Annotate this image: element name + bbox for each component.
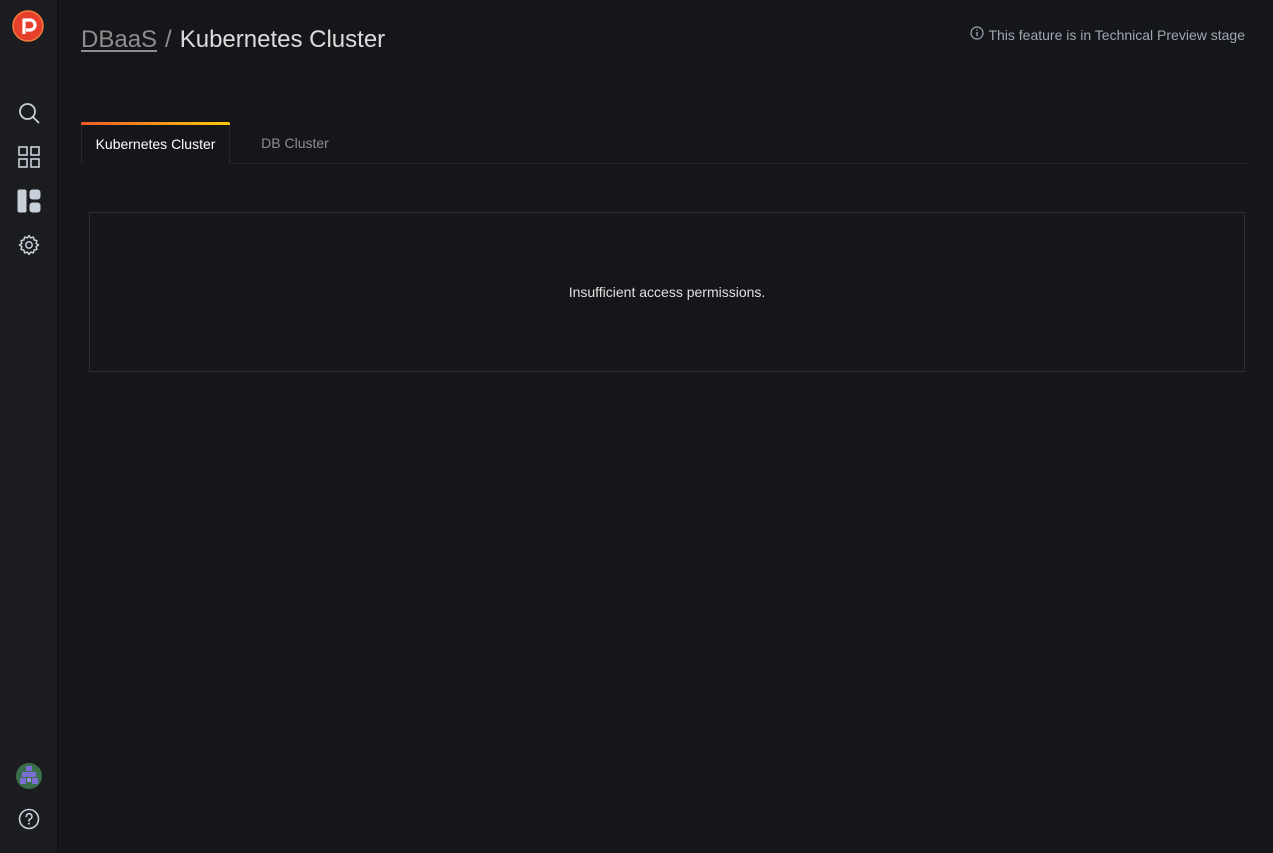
help-icon: [18, 808, 40, 835]
tab-kubernetes-cluster[interactable]: Kubernetes Cluster: [81, 122, 230, 164]
main-content: DBaaS / Kubernetes Cluster This feature …: [57, 0, 1273, 853]
search-icon: [18, 102, 40, 129]
breadcrumb-dbaas-link[interactable]: DBaaS: [81, 26, 157, 54]
sidebar: [0, 0, 57, 853]
percona-logo-icon[interactable]: [12, 10, 44, 42]
tab-bar: Kubernetes Cluster DB Cluster: [81, 122, 1251, 164]
gear-icon: [18, 234, 40, 261]
avatar-icon: [15, 762, 43, 795]
info-icon: [970, 26, 985, 43]
sidebar-item-configuration[interactable]: [0, 227, 57, 267]
sidebar-item-dbaas[interactable]: [0, 183, 57, 223]
sidebar-item-dashboards[interactable]: [0, 139, 57, 179]
dbaas-icon: [17, 189, 41, 218]
content-panel: Insufficient access permissions.: [89, 212, 1245, 372]
breadcrumb: DBaaS / Kubernetes Cluster: [81, 24, 385, 56]
sidebar-item-user[interactable]: [0, 758, 57, 798]
app-root: DBaaS / Kubernetes Cluster This feature …: [0, 0, 1273, 853]
technical-preview-text: This feature is in Technical Preview sta…: [988, 26, 1245, 43]
sidebar-item-search[interactable]: [0, 95, 57, 135]
access-denied-message: Insufficient access permissions.: [568, 284, 766, 300]
breadcrumb-separator: /: [165, 26, 172, 53]
page-title: Kubernetes Cluster: [179, 26, 386, 53]
tab-db-cluster[interactable]: DB Cluster: [247, 122, 343, 164]
grid-icon: [17, 145, 40, 173]
technical-preview-note: This feature is in Technical Preview sta…: [970, 26, 1245, 43]
sidebar-item-help[interactable]: [0, 801, 57, 841]
